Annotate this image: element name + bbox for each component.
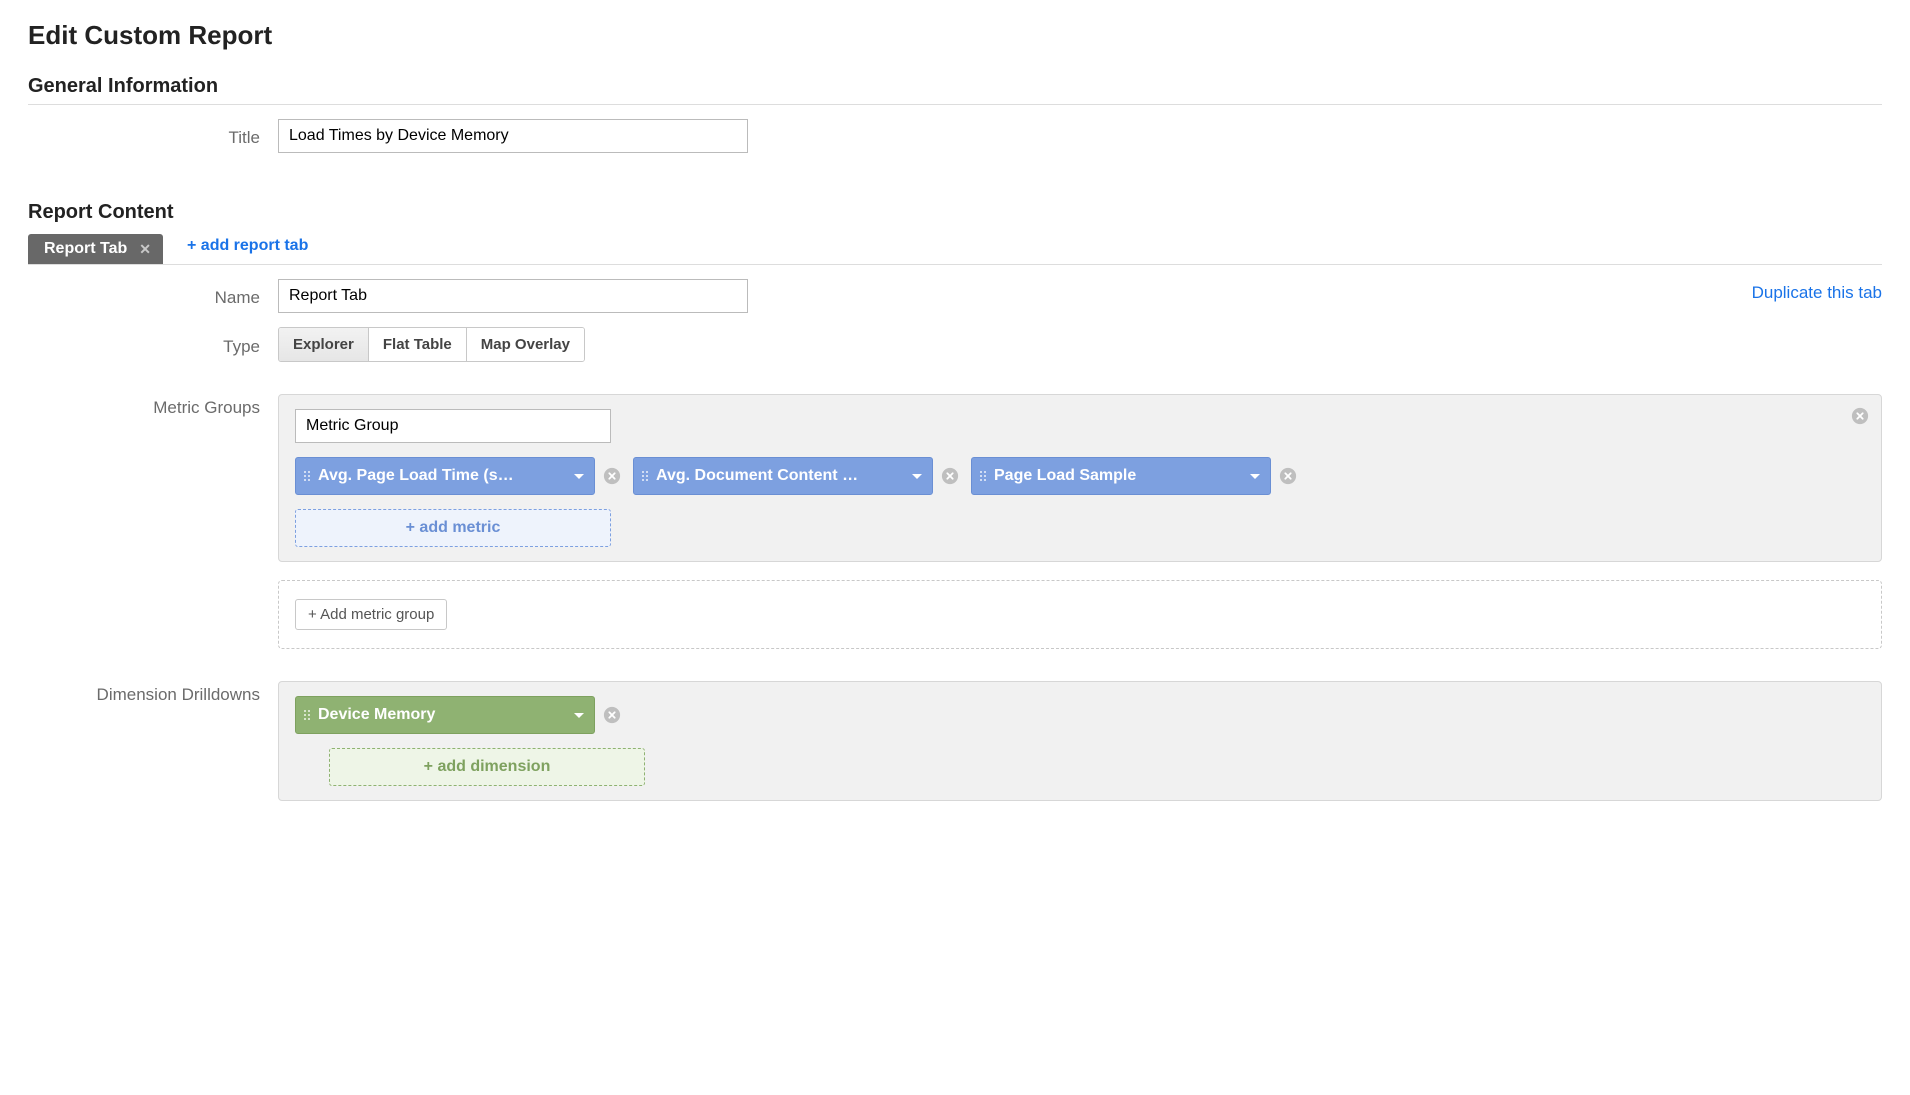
label-title: Title: [28, 124, 278, 148]
report-tab-strip: Report Tab ✕ + add report tab: [28, 234, 1882, 265]
type-option-flat-table[interactable]: Flat Table: [369, 328, 467, 361]
remove-metric-button[interactable]: [603, 467, 621, 485]
metric-chip-label: Avg. Page Load Time (s…: [312, 467, 568, 485]
chevron-down-icon: [1250, 474, 1260, 479]
add-report-tab-link[interactable]: + add report tab: [187, 237, 308, 261]
duplicate-tab-link[interactable]: Duplicate this tab: [1752, 283, 1882, 303]
add-metric-group-panel: + Add metric group: [278, 580, 1882, 649]
remove-metric-group-button[interactable]: [1851, 407, 1869, 425]
remove-metric-button[interactable]: [1279, 467, 1297, 485]
label-type: Type: [28, 333, 278, 357]
title-input[interactable]: [278, 119, 748, 153]
label-name: Name: [28, 284, 278, 308]
chevron-down-icon: [912, 474, 922, 479]
dimension-chip-label: Device Memory: [312, 706, 568, 724]
chevron-down-icon: [574, 474, 584, 479]
report-tab-active[interactable]: Report Tab ✕: [28, 234, 163, 264]
metric-chip[interactable]: Page Load Sample: [971, 457, 1271, 495]
add-dimension-button[interactable]: + add dimension: [329, 748, 645, 786]
metric-chip-label: Avg. Document Content …: [650, 467, 906, 485]
close-icon: [1851, 407, 1869, 425]
page-title: Edit Custom Report: [28, 20, 1882, 51]
close-icon: [1279, 467, 1297, 485]
section-heading-general: General Information: [28, 75, 1882, 104]
section-heading-content: Report Content: [28, 201, 1882, 234]
close-icon: [603, 706, 621, 724]
remove-metric-button[interactable]: [941, 467, 959, 485]
type-option-explorer[interactable]: Explorer: [279, 328, 369, 361]
label-metric-groups: Metric Groups: [28, 394, 278, 418]
metric-chip-label: Page Load Sample: [988, 467, 1244, 485]
drag-handle-icon[interactable]: [980, 471, 988, 481]
dimension-chip[interactable]: Device Memory: [295, 696, 595, 734]
remove-dimension-button[interactable]: [603, 706, 621, 724]
type-toggle-group: Explorer Flat Table Map Overlay: [278, 327, 585, 362]
add-metric-group-button[interactable]: + Add metric group: [295, 599, 447, 630]
metric-chip[interactable]: Avg. Document Content …: [633, 457, 933, 495]
dimension-panel: Device Memory + add dimension: [278, 681, 1882, 801]
metric-group-panel: Avg. Page Load Time (s… Avg. Document Co…: [278, 394, 1882, 562]
label-dimension-drilldowns: Dimension Drilldowns: [28, 681, 278, 705]
close-icon: [941, 467, 959, 485]
close-icon: [603, 467, 621, 485]
drag-handle-icon[interactable]: [304, 471, 312, 481]
tab-name-input[interactable]: [278, 279, 748, 313]
report-tab-label: Report Tab: [44, 240, 127, 258]
type-option-map-overlay[interactable]: Map Overlay: [467, 328, 584, 361]
drag-handle-icon[interactable]: [642, 471, 650, 481]
metric-chip[interactable]: Avg. Page Load Time (s…: [295, 457, 595, 495]
chevron-down-icon: [574, 713, 584, 718]
drag-handle-icon[interactable]: [304, 710, 312, 720]
close-icon[interactable]: ✕: [139, 241, 151, 258]
metric-group-name-input[interactable]: [295, 409, 611, 443]
add-metric-button[interactable]: + add metric: [295, 509, 611, 547]
